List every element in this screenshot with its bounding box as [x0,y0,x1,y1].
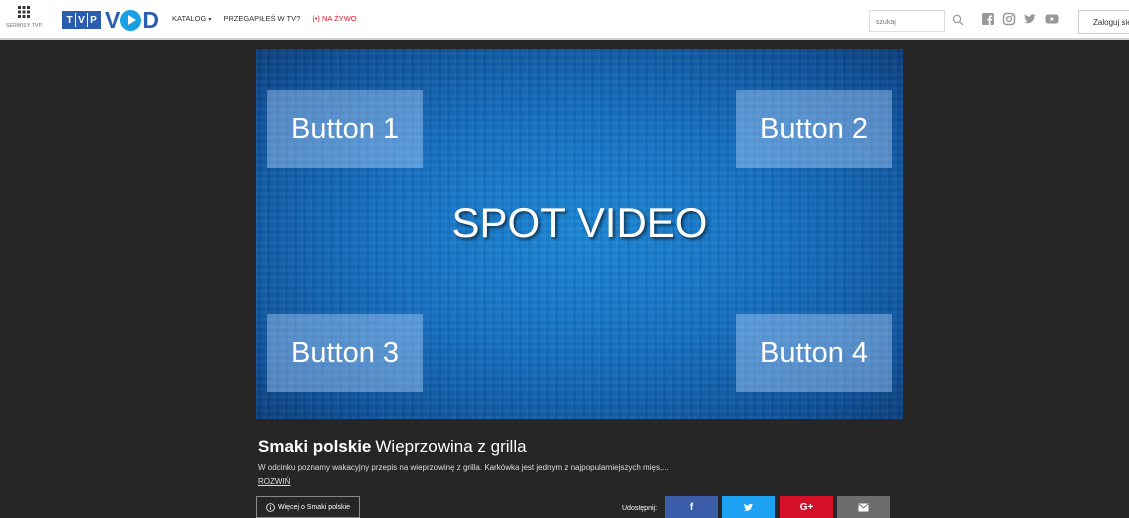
series-title: Smaki polskie [258,437,372,456]
tvp-vod-logo[interactable]: T V P V D [62,6,159,34]
program-title: Smaki polskie Wieprzowina z grilla [258,437,527,457]
nav-katalog[interactable]: KATALOG ▾ [172,14,211,23]
main-nav: KATALOG ▾ PRZEGAPIŁEŚ W TV? (•) NA ŻYWO [172,14,369,23]
search-box [869,10,945,33]
more-about-button[interactable]: Więcej o Smaki polskie [256,496,360,518]
program-description: W odcinku poznamy wakacyjny przepis na w… [258,463,669,472]
services-menu-button[interactable]: SERWISY TVP [6,6,42,36]
share-twitter-button[interactable] [722,496,775,518]
vod-letter-d: D [142,6,159,33]
episode-title: Wieprzowina z grilla [375,437,527,456]
twitter-icon [743,503,754,511]
tvp-logo-box: T V P [62,11,101,29]
video-player[interactable]: Button 1 Button 2 SPOT VIDEO Button 3 Bu… [256,49,903,419]
login-button[interactable]: Zaloguj się [1078,10,1129,34]
tvp-letter: T [64,13,75,27]
player-button-3[interactable]: Button 3 [267,314,423,392]
top-bar: SERWISY TVP T V P V D KATALOG ▾ PRZEGAPIŁ… [0,0,1129,40]
player-button-4[interactable]: Button 4 [736,314,892,392]
google-plus-icon: G+ [799,501,814,513]
search-icon[interactable] [952,14,964,26]
instagram-icon[interactable] [1002,12,1016,26]
envelope-icon [858,503,869,511]
caret-down-icon: ▾ [208,17,212,23]
play-circle-icon [120,9,142,31]
facebook-icon: f [689,501,694,513]
twitter-icon[interactable] [1023,12,1037,26]
expand-link[interactable]: ROZWIŃ [258,477,290,486]
facebook-icon[interactable] [981,12,995,26]
nav-przegapiles[interactable]: PRZEGAPIŁEŚ W TV? [223,14,300,23]
tvp-letter: V [76,13,87,27]
services-label: SERWISY TVP [6,23,43,29]
tvp-letter: P [88,13,99,27]
share-label: Udostępnij: [622,505,658,512]
search-input[interactable] [870,12,928,33]
spot-video-label: SPOT VIDEO [451,199,708,246]
more-about-label: Więcej o Smaki polskie [278,503,350,511]
vod-wordmark: V D [105,6,159,34]
grid-icon [18,6,30,18]
share-email-button[interactable] [837,496,890,518]
player-button-2[interactable]: Button 2 [736,90,892,168]
youtube-icon[interactable] [1045,12,1059,26]
share-google-plus-button[interactable]: G+ [780,496,833,518]
share-facebook-button[interactable]: f [665,496,718,518]
info-icon [266,502,275,512]
nav-katalog-label: KATALOG [172,14,207,23]
player-button-1[interactable]: Button 1 [267,90,423,168]
vod-letter-v: V [105,6,120,33]
nav-na-zywo[interactable]: (•) NA ŻYWO [312,14,356,23]
